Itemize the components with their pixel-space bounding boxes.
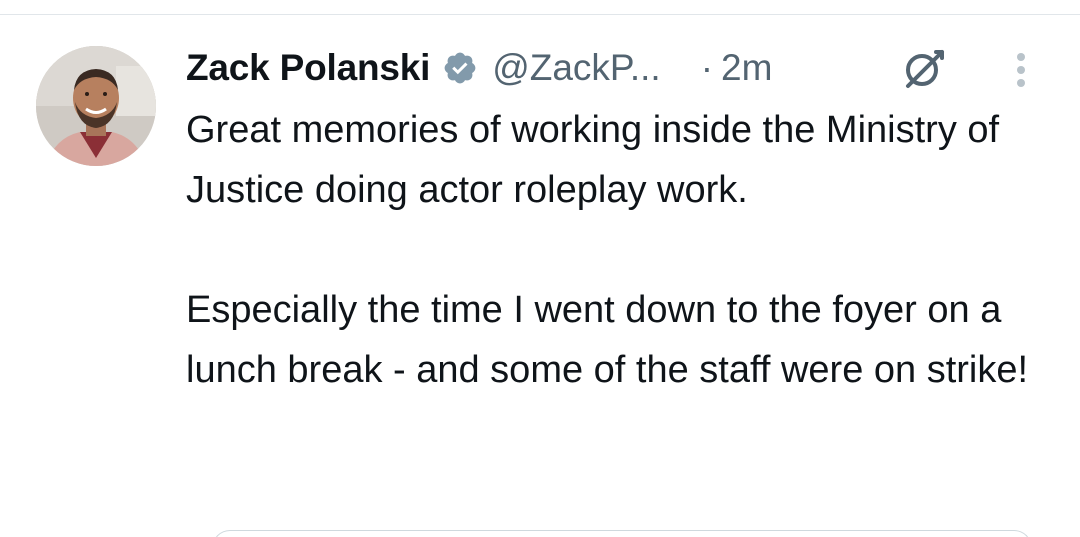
embedded-card-edge — [212, 530, 1032, 537]
verified-badge-icon[interactable] — [442, 50, 478, 86]
top-divider — [0, 14, 1080, 15]
tweet-paragraph-1: Great memories of working inside the Min… — [186, 109, 1000, 211]
tweet-paragraph-2: Especially the time I went down to the f… — [186, 289, 1029, 391]
tweet-card[interactable]: Zack Polanski @ZackP... · 2m Great memor… — [0, 0, 1080, 537]
tweet-header: Zack Polanski @ZackP... · 2m — [186, 38, 772, 98]
display-name[interactable]: Zack Polanski — [186, 47, 430, 89]
user-handle[interactable]: @ZackP... — [492, 47, 661, 89]
timestamp[interactable]: 2m — [721, 47, 772, 89]
profile-photo-icon — [36, 46, 156, 166]
grok-icon[interactable] — [902, 46, 946, 90]
tweet-text: Great memories of working inside the Min… — [186, 100, 1046, 400]
separator-dot: · — [700, 47, 714, 88]
more-options-icon[interactable] — [1008, 50, 1034, 90]
avatar[interactable] — [36, 46, 156, 166]
